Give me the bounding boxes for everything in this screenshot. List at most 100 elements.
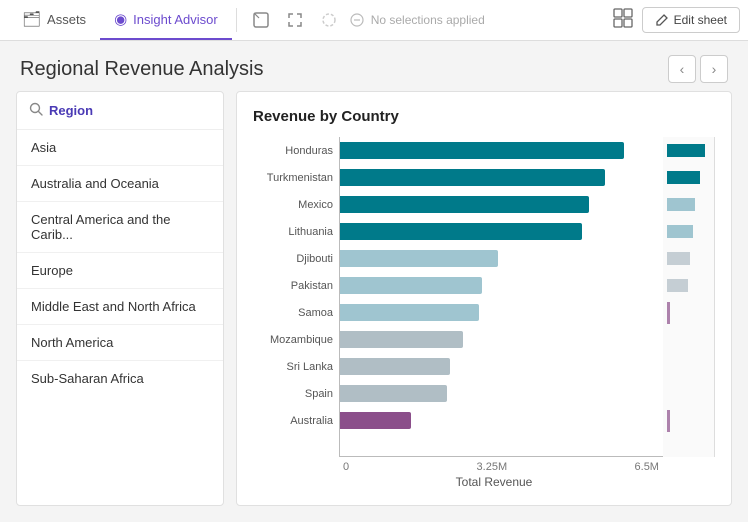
sec-bar-fill <box>667 144 705 157</box>
sidebar-item-australia-oceania[interactable]: Australia and Oceania <box>17 166 223 202</box>
edit-sheet-button[interactable]: Edit sheet <box>642 7 740 33</box>
sec-bar-fill <box>667 279 688 292</box>
sec-bar-fill <box>667 252 690 265</box>
no-selections-indicator: No selections applied <box>349 12 485 28</box>
sec-bar-row <box>663 408 714 434</box>
select-btn[interactable] <box>313 4 345 36</box>
sidebar-item-north-america[interactable]: North America <box>17 325 223 361</box>
chevron-left-icon: ‹ <box>680 61 685 77</box>
sec-bar-row <box>663 327 714 353</box>
x-axis-ticks: 0 3.25M 6.5M <box>253 461 715 473</box>
assets-icon: 🗂 <box>22 10 41 28</box>
bar-label: Spain <box>253 381 333 407</box>
bar-label: Mexico <box>253 192 333 218</box>
sidebar-header: Region <box>17 92 223 130</box>
bar-fill <box>340 196 589 213</box>
bar-row-7 <box>340 327 663 353</box>
bar-row-2 <box>340 192 663 218</box>
bar-fill <box>340 223 582 240</box>
bar-label: Pakistan <box>253 273 333 299</box>
edit-icon <box>655 13 669 27</box>
chart-title: Revenue by Country <box>253 108 715 125</box>
bar-fill <box>340 304 479 321</box>
bar-label: Lithuania <box>253 219 333 245</box>
bar-label: Sri Lanka <box>253 354 333 380</box>
sec-bar-row <box>663 246 714 272</box>
sec-bar-row <box>663 354 714 380</box>
sec-bar-row <box>663 219 714 245</box>
nav-prev-button[interactable]: ‹ <box>668 55 696 83</box>
bar-row-4 <box>340 246 663 272</box>
sidebar-item-middle-east[interactable]: Middle East and North Africa <box>17 289 223 325</box>
bar-label: Djibouti <box>253 246 333 272</box>
bar-fill <box>340 331 463 348</box>
lasso-btn[interactable] <box>245 4 277 36</box>
tab-assets[interactable]: 🗂 Assets <box>8 0 100 40</box>
sec-bar-marker <box>667 302 670 324</box>
tab-insight-advisor-label: Insight Advisor <box>133 12 218 27</box>
chart-body: Honduras Turkmenistan Mexico Lithuania D… <box>253 137 715 489</box>
tab-assets-label: Assets <box>47 12 86 27</box>
bar-label: Honduras <box>253 138 333 164</box>
bar-label: Samoa <box>253 300 333 326</box>
sec-bar-row <box>663 165 714 191</box>
insight-advisor-icon: ◉ <box>114 10 127 28</box>
bar-row-3 <box>340 219 663 245</box>
bar-fill <box>340 250 498 267</box>
sec-bar-row <box>663 300 714 326</box>
bar-row-0 <box>340 138 663 164</box>
sec-bar-row <box>663 138 714 164</box>
tab-insight-advisor[interactable]: ◉ Insight Advisor <box>100 0 232 40</box>
bar-fill <box>340 358 450 375</box>
bar-label: Australia <box>253 408 333 434</box>
secondary-bars <box>663 137 715 457</box>
page-title: Regional Revenue Analysis <box>20 58 264 81</box>
sec-bar-fill <box>667 171 700 184</box>
sec-bar-marker <box>667 410 670 432</box>
no-selections-label: No selections applied <box>371 13 485 27</box>
bar-row-1 <box>340 165 663 191</box>
bar-row-6 <box>340 300 663 326</box>
topbar-right: Edit sheet <box>612 7 740 34</box>
sec-bar-fill <box>667 198 695 211</box>
chart-area: Honduras Turkmenistan Mexico Lithuania D… <box>253 137 715 457</box>
expand-btn[interactable] <box>279 4 311 36</box>
bar-label: Turkmenistan <box>253 165 333 191</box>
chevron-right-icon: › <box>712 61 717 77</box>
search-icon <box>29 102 43 119</box>
bar-row-5 <box>340 273 663 299</box>
sidebar: Region Asia Australia and Oceania Centra… <box>16 91 224 506</box>
bar-row-9 <box>340 381 663 407</box>
bar-fill <box>340 142 624 159</box>
lasso-icon <box>252 11 270 29</box>
nav-next-button[interactable]: › <box>700 55 728 83</box>
main-layout: Region Asia Australia and Oceania Centra… <box>0 91 748 522</box>
sec-bar-fill <box>667 225 693 238</box>
bars-container <box>339 137 663 457</box>
bar-row-8 <box>340 354 663 380</box>
nav-arrows: ‹ › <box>668 55 728 83</box>
sidebar-item-europe[interactable]: Europe <box>17 253 223 289</box>
sec-bar-row <box>663 192 714 218</box>
x-tick-1: 3.25M <box>477 461 508 473</box>
grid-view-icon[interactable] <box>612 7 634 34</box>
x-axis-label: Total Revenue <box>253 475 715 489</box>
bar-fill <box>340 412 411 429</box>
sidebar-region-label: Region <box>49 103 93 118</box>
page-header: Regional Revenue Analysis ‹ › <box>0 41 748 91</box>
bar-fill <box>340 385 447 402</box>
sec-bar-row <box>663 273 714 299</box>
bar-fill <box>340 169 605 186</box>
x-tick-2: 6.5M <box>635 461 659 473</box>
bar-labels: Honduras Turkmenistan Mexico Lithuania D… <box>253 137 339 457</box>
select-icon <box>320 11 338 29</box>
sec-bar-row <box>663 381 714 407</box>
sidebar-item-sub-saharan[interactable]: Sub-Saharan Africa <box>17 361 223 396</box>
sidebar-item-asia[interactable]: Asia <box>17 130 223 166</box>
sidebar-list: Asia Australia and Oceania Central Ameri… <box>17 130 223 505</box>
bar-label: Mozambique <box>253 327 333 353</box>
bar-fill <box>340 277 482 294</box>
chart-panel: Revenue by Country Honduras Turkmenistan… <box>236 91 732 506</box>
no-selections-icon <box>349 12 365 28</box>
sidebar-item-central-america[interactable]: Central America and the Carib... <box>17 202 223 253</box>
